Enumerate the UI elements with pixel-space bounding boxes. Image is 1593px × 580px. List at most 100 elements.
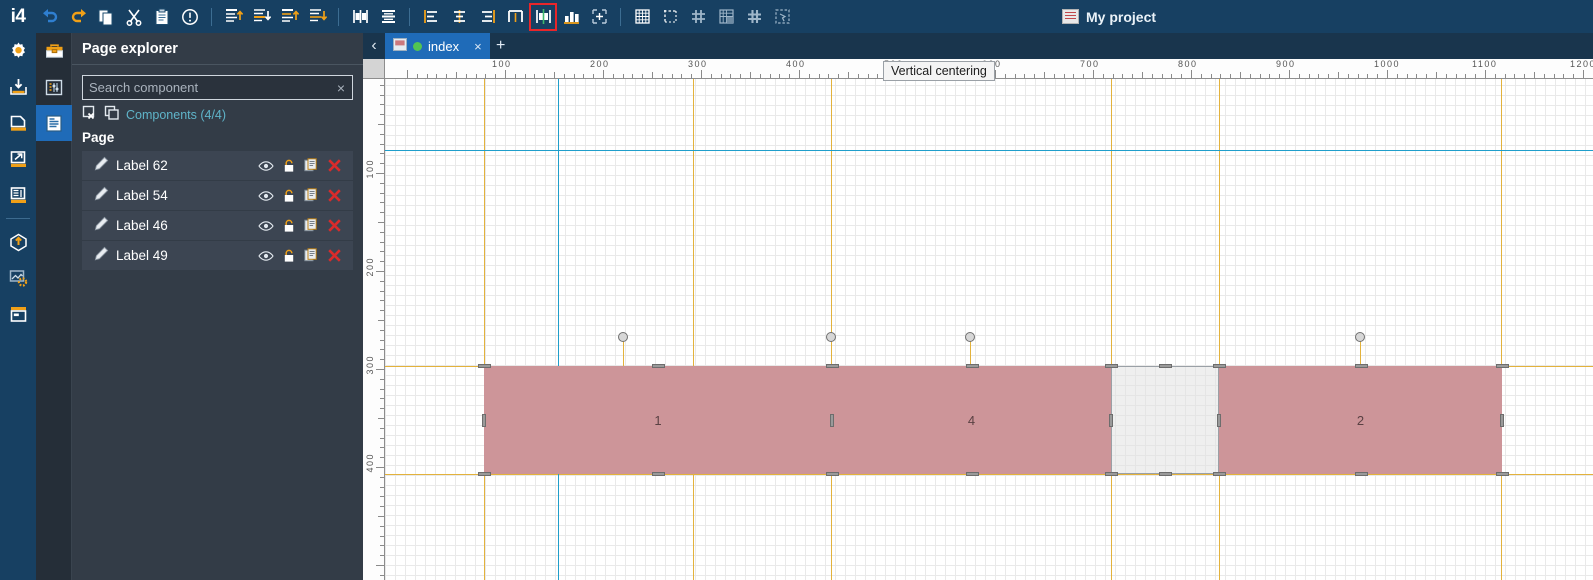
guide-horizontal[interactable] xyxy=(385,474,1593,475)
handle-bottom-center[interactable] xyxy=(652,472,665,476)
guide-vertical-blue[interactable] xyxy=(558,79,559,580)
align-center-icon[interactable] xyxy=(446,4,472,30)
handle-bottom-center[interactable] xyxy=(1159,472,1172,476)
handle-top-right[interactable] xyxy=(1496,364,1509,368)
same-size-icon[interactable] xyxy=(558,4,584,30)
handle-middle-left[interactable] xyxy=(830,414,834,427)
align-right-edge-icon[interactable] xyxy=(304,4,330,30)
redo-icon[interactable] xyxy=(65,4,91,30)
sidebar-import-icon[interactable] xyxy=(0,69,36,105)
clear-search-icon[interactable]: × xyxy=(330,80,352,96)
rotation-anchor-handle[interactable] xyxy=(1355,332,1365,342)
duplicate-icon[interactable] xyxy=(304,188,318,203)
guide-vertical[interactable] xyxy=(1501,79,1502,580)
copy-icon[interactable] xyxy=(93,4,119,30)
tree-row-label-49[interactable]: Label 49 xyxy=(82,241,353,271)
sidebar-image-settings-icon[interactable] xyxy=(0,260,36,296)
handle-bottom-center[interactable] xyxy=(1354,472,1368,476)
rotation-anchor-handle[interactable] xyxy=(618,332,628,342)
handle-bottom-left[interactable] xyxy=(826,472,839,476)
handle-middle-left[interactable] xyxy=(482,414,486,427)
guide-vertical[interactable] xyxy=(484,79,485,580)
info-icon[interactable] xyxy=(177,4,203,30)
lock-icon[interactable] xyxy=(283,159,295,173)
select-area-icon[interactable] xyxy=(769,4,795,30)
lock-icon[interactable] xyxy=(283,249,295,263)
rail2-item-toolbox[interactable] xyxy=(36,33,72,69)
tab-scroll-back-button[interactable]: ‹ xyxy=(363,33,385,59)
guide-horizontal-blue[interactable] xyxy=(385,150,1593,151)
handle-top-center[interactable] xyxy=(1159,364,1172,368)
snap-grid-icon[interactable] xyxy=(685,4,711,30)
delete-icon[interactable] xyxy=(327,248,342,263)
lock-icon[interactable] xyxy=(283,189,295,203)
guide-vertical[interactable] xyxy=(1219,79,1220,580)
handle-top-center[interactable] xyxy=(1354,364,1368,368)
paste-icon[interactable] xyxy=(149,4,175,30)
tab-index[interactable]: index × xyxy=(385,33,490,59)
canvas-shape-label[interactable]: 1 xyxy=(484,366,832,474)
sidebar-window-icon[interactable] xyxy=(0,296,36,332)
visibility-eye-icon[interactable] xyxy=(258,220,274,232)
handle-middle-left[interactable] xyxy=(1217,414,1221,427)
rail2-item-properties[interactable] xyxy=(36,69,72,105)
distribute-horizontal-icon[interactable] xyxy=(347,4,373,30)
tree-row-label-46[interactable]: Label 46 xyxy=(82,211,353,241)
grid-icon[interactable] xyxy=(629,4,655,30)
grid-settings-icon[interactable] xyxy=(741,4,767,30)
handle-top-left[interactable] xyxy=(826,364,839,368)
sidebar-archive-icon[interactable] xyxy=(0,105,36,141)
sidebar-export-icon[interactable] xyxy=(0,141,36,177)
handle-bottom-right[interactable] xyxy=(1496,472,1509,476)
rotation-anchor-handle[interactable] xyxy=(826,332,836,342)
search-input[interactable] xyxy=(83,76,330,99)
canvas-shape-label[interactable]: 2 xyxy=(1219,366,1502,474)
lock-icon[interactable] xyxy=(283,219,295,233)
align-left-edge-icon[interactable] xyxy=(276,4,302,30)
rail2-item-page-explorer[interactable] xyxy=(36,105,72,141)
vertical-ruler[interactable]: 100 200 300 400 xyxy=(363,79,385,580)
sidebar-deploy-icon[interactable] xyxy=(0,224,36,260)
visibility-eye-icon[interactable] xyxy=(258,250,274,262)
handle-middle-left[interactable] xyxy=(1109,414,1113,427)
handle-bottom-left[interactable] xyxy=(1213,472,1226,476)
rotation-anchor-handle[interactable] xyxy=(965,332,975,342)
handle-top-left[interactable] xyxy=(478,364,491,368)
tab-close-icon[interactable]: × xyxy=(474,39,482,54)
sidebar-library-icon[interactable] xyxy=(0,177,36,213)
duplicate-icon[interactable] xyxy=(304,218,318,233)
vertical-centering-icon[interactable] xyxy=(529,2,557,31)
align-bottom-icon[interactable] xyxy=(248,4,274,30)
guides-icon[interactable] xyxy=(657,4,683,30)
snap-object-icon[interactable] xyxy=(713,4,739,30)
clear-selection-icon[interactable] xyxy=(82,105,98,126)
visibility-eye-icon[interactable] xyxy=(258,160,274,172)
duplicate-selection-icon[interactable] xyxy=(104,105,120,126)
align-top-icon[interactable] xyxy=(220,4,246,30)
undo-icon[interactable] xyxy=(37,4,63,30)
delete-icon[interactable] xyxy=(327,188,342,203)
design-canvas[interactable]: 1 4 2 xyxy=(385,79,1593,580)
align-right-icon[interactable] xyxy=(474,4,500,30)
handle-top-center[interactable] xyxy=(965,364,979,368)
duplicate-icon[interactable] xyxy=(304,158,318,173)
delete-icon[interactable] xyxy=(327,218,342,233)
canvas-shape-label[interactable]: 4 xyxy=(832,366,1111,474)
distribute-vertical-icon[interactable] xyxy=(375,4,401,30)
horizontal-centering-icon[interactable] xyxy=(502,4,528,30)
handle-bottom-center[interactable] xyxy=(965,472,979,476)
handle-top-left[interactable] xyxy=(1105,364,1118,368)
sidebar-settings-icon[interactable] xyxy=(0,33,36,69)
guide-vertical[interactable] xyxy=(693,79,694,580)
align-left-icon[interactable] xyxy=(418,4,444,30)
handle-middle-right[interactable] xyxy=(1500,414,1504,427)
tree-row-label-54[interactable]: Label 54 xyxy=(82,181,353,211)
guide-vertical[interactable] xyxy=(831,79,832,580)
handle-bottom-left[interactable] xyxy=(478,472,491,476)
handle-bottom-left[interactable] xyxy=(1105,472,1118,476)
cut-icon[interactable] xyxy=(121,4,147,30)
guide-vertical[interactable] xyxy=(1111,79,1112,580)
duplicate-icon[interactable] xyxy=(304,248,318,263)
visibility-eye-icon[interactable] xyxy=(258,190,274,202)
delete-icon[interactable] xyxy=(327,158,342,173)
